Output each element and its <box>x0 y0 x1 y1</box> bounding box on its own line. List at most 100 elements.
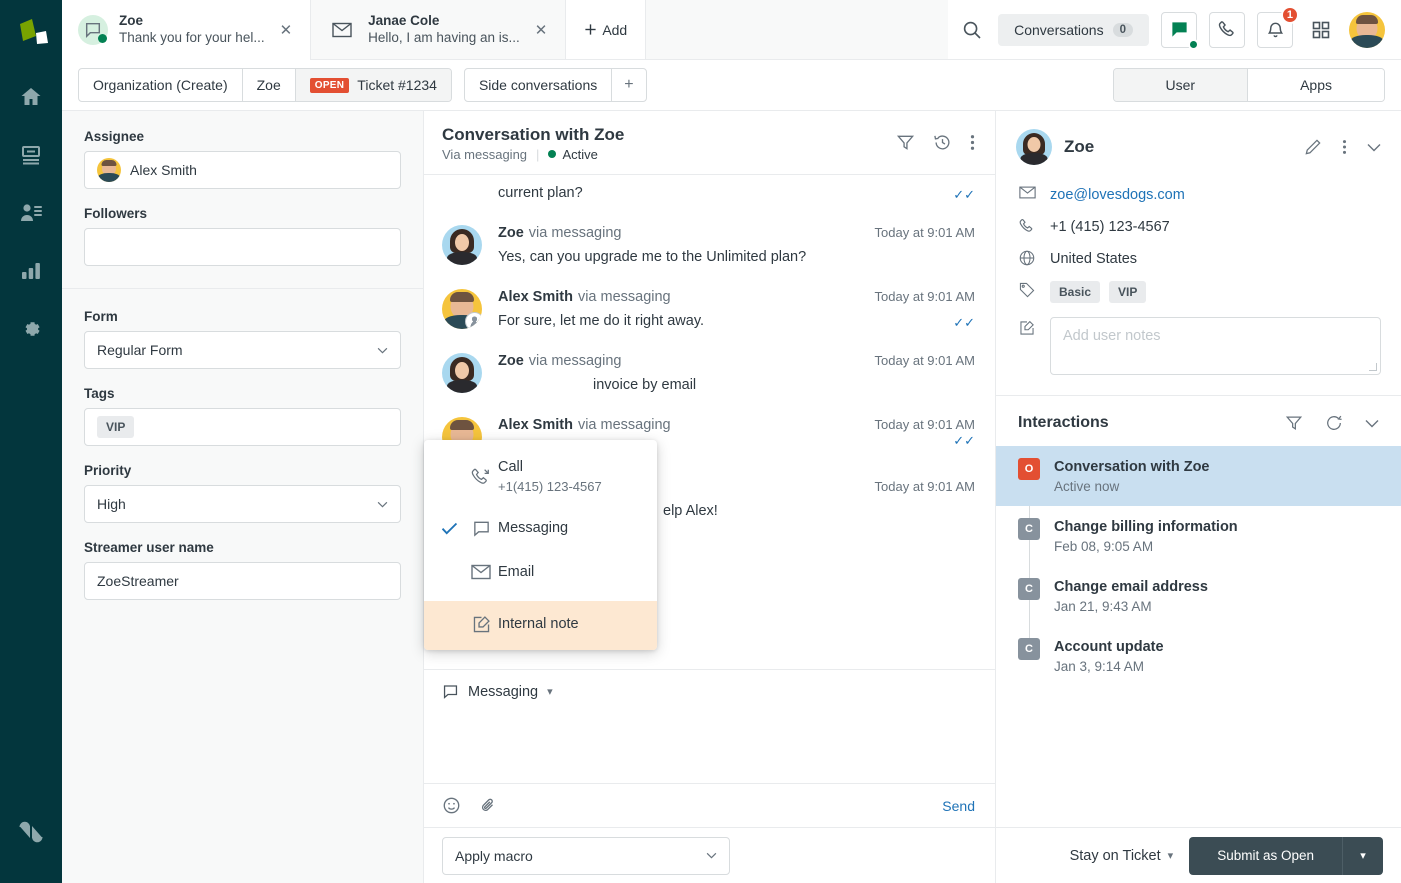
close-icon[interactable]: ✕ <box>276 19 297 41</box>
menu-item-call[interactable]: Call +1(415) 123-4567 <box>424 448 657 506</box>
send-button[interactable]: Send <box>942 798 975 814</box>
message-author: Alex Smith <box>498 289 573 305</box>
message-timestamp: Today at 9:01 AM <box>874 289 975 304</box>
breadcrumb: Organization (Create) Zoe OPEN Ticket #1… <box>78 68 452 102</box>
tab-apps[interactable]: Apps <box>1248 69 1384 101</box>
emoji-icon[interactable] <box>442 796 461 815</box>
side-conversations-group: Side conversations + <box>463 68 647 102</box>
avatar <box>97 158 121 182</box>
add-tab-button[interactable]: Add <box>566 0 647 59</box>
submit-button[interactable]: Submit as Open <box>1189 836 1343 875</box>
tag-icon <box>1018 279 1036 298</box>
chevron-down-icon[interactable] <box>1367 143 1381 152</box>
breadcrumb-organization[interactable]: Organization (Create) <box>79 69 243 101</box>
field-tags: Tags VIP <box>84 386 401 446</box>
list-item[interactable]: O Conversation with Zoe Active now <box>996 446 1401 506</box>
status-badge: C <box>1018 518 1040 540</box>
online-status-dot <box>98 33 107 43</box>
avatar <box>442 289 482 329</box>
tab-zoe[interactable]: Zoe Thank you for your hel... ✕ <box>62 0 312 60</box>
message-timestamp: Today at 9:01 AM <box>874 479 975 494</box>
refresh-icon[interactable] <box>1325 414 1343 432</box>
sidebar-item-views[interactable] <box>0 126 62 184</box>
menu-item-messaging[interactable]: Messaging <box>424 506 657 550</box>
status-badge: OPEN <box>309 77 350 93</box>
filter-icon[interactable] <box>896 133 915 152</box>
chevron-down-icon[interactable] <box>1365 419 1379 428</box>
list-item[interactable]: C Change email address Jan 21, 9:43 AM <box>996 566 1401 626</box>
check-icon <box>434 522 464 535</box>
zendesk-z-mark-icon[interactable] <box>0 803 62 861</box>
avatar[interactable] <box>1349 11 1385 48</box>
breadcrumb-ticket-label: Ticket #1234 <box>357 77 437 93</box>
bell-icon[interactable]: 1 <box>1257 5 1299 48</box>
menu-item-label: Call <box>498 459 523 475</box>
list-item[interactable]: C Change billing information Feb 08, 9:0… <box>996 506 1401 566</box>
menu-item-text: Messaging <box>498 519 643 538</box>
form-select[interactable]: Regular Form <box>84 331 401 369</box>
history-icon[interactable] <box>933 133 952 152</box>
tab-user[interactable]: User <box>1113 69 1249 101</box>
chat-icon[interactable] <box>1161 11 1199 50</box>
side-conversations-button[interactable]: Side conversations <box>465 69 613 101</box>
apply-macro-select[interactable]: Apply macro <box>442 836 730 875</box>
menu-item-email[interactable]: Email <box>424 550 657 594</box>
user-email[interactable]: zoe@lovesdogs.com <box>1050 183 1185 207</box>
list-item-text: Account update Jan 3, 9:14 AM <box>1054 638 1164 674</box>
message-header: Alex Smith via messaging Today at 9:01 A… <box>498 289 975 305</box>
interactions-title: Interactions <box>1018 414 1109 431</box>
channel-dropdown-menu[interactable]: Call +1(415) 123-4567 Messaging Email In… <box>424 440 657 650</box>
pencil-icon[interactable] <box>1304 138 1322 156</box>
breadcrumb-user[interactable]: Zoe <box>243 69 296 101</box>
more-options-icon[interactable] <box>970 133 975 152</box>
priority-select[interactable]: High <box>84 485 401 523</box>
attachment-icon[interactable] <box>479 796 498 815</box>
user-phone-row: +1 (415) 123-4567 <box>996 211 1401 243</box>
composer-channel-selector[interactable]: Messaging ▾ <box>424 670 995 708</box>
tab-subtitle: Thank you for your hel... <box>119 30 265 45</box>
read-receipt-icon: ✓✓ <box>953 187 975 202</box>
status-badge: C <box>1018 578 1040 600</box>
streamer-username-input[interactable]: ZoeStreamer <box>84 562 401 600</box>
breadcrumb-bar: Organization (Create) Zoe OPEN Ticket #1… <box>62 60 1401 111</box>
chevron-down-icon <box>377 347 388 354</box>
call-icon <box>464 467 498 487</box>
sidebar-item-home[interactable] <box>0 68 62 126</box>
conversations-pill[interactable]: Conversations 0 <box>998 13 1149 46</box>
composer-textarea[interactable] <box>424 708 995 783</box>
phone-icon[interactable] <box>1209 11 1245 48</box>
breadcrumb-ticket[interactable]: OPEN Ticket #1234 <box>295 69 451 101</box>
user-notes-textarea[interactable]: Add user notes <box>1050 317 1381 375</box>
list-item[interactable]: C Account update Jan 3, 9:14 AM <box>996 626 1401 686</box>
composer: Messaging ▾ Send <box>424 669 995 827</box>
tab-janae-cole[interactable]: Janae Cole Hello, I am having an is... ✕ <box>311 0 567 59</box>
filter-icon[interactable] <box>1285 414 1303 432</box>
list-item-text: Change email address Jan 21, 9:43 AM <box>1054 578 1208 614</box>
add-side-conversation-icon[interactable]: + <box>612 69 645 101</box>
avatar <box>442 353 482 393</box>
more-options-icon[interactable] <box>1342 138 1347 156</box>
conversation-panel: Conversation with Zoe Via messaging | Ac… <box>424 111 996 883</box>
add-tab-label: Add <box>602 21 628 38</box>
user-tag[interactable]: Basic <box>1050 281 1101 303</box>
menu-item-internal-note[interactable]: Internal note <box>424 601 657 650</box>
message-body: Zoe via messaging Today at 9:01 AM invoi… <box>498 353 975 395</box>
sidebar-item-reporting[interactable] <box>0 242 62 300</box>
zendesk-logo-icon[interactable] <box>12 14 50 52</box>
conversation-header: Conversation with Zoe Via messaging | Ac… <box>424 111 995 175</box>
close-icon[interactable]: ✕ <box>531 19 552 41</box>
menu-item-label: Internal note <box>498 616 579 632</box>
apps-grid-icon[interactable] <box>1305 14 1337 46</box>
user-tag[interactable]: VIP <box>1109 281 1147 303</box>
tags-input[interactable]: VIP <box>84 408 401 446</box>
sidebar-item-settings[interactable] <box>0 300 62 358</box>
stay-on-ticket-select[interactable]: Stay on Ticket ▾ <box>1070 848 1174 864</box>
search-icon[interactable] <box>958 16 986 44</box>
message-author: Alex Smith <box>498 417 573 433</box>
followers-input[interactable] <box>84 228 401 266</box>
submit-options-icon[interactable]: ▾ <box>1343 836 1383 875</box>
page-title: Conversation with Zoe <box>442 124 625 144</box>
assignee-input[interactable]: Alex Smith <box>84 151 401 189</box>
sidebar-item-customers[interactable] <box>0 184 62 242</box>
tab-title: Janae Cole <box>368 13 440 28</box>
